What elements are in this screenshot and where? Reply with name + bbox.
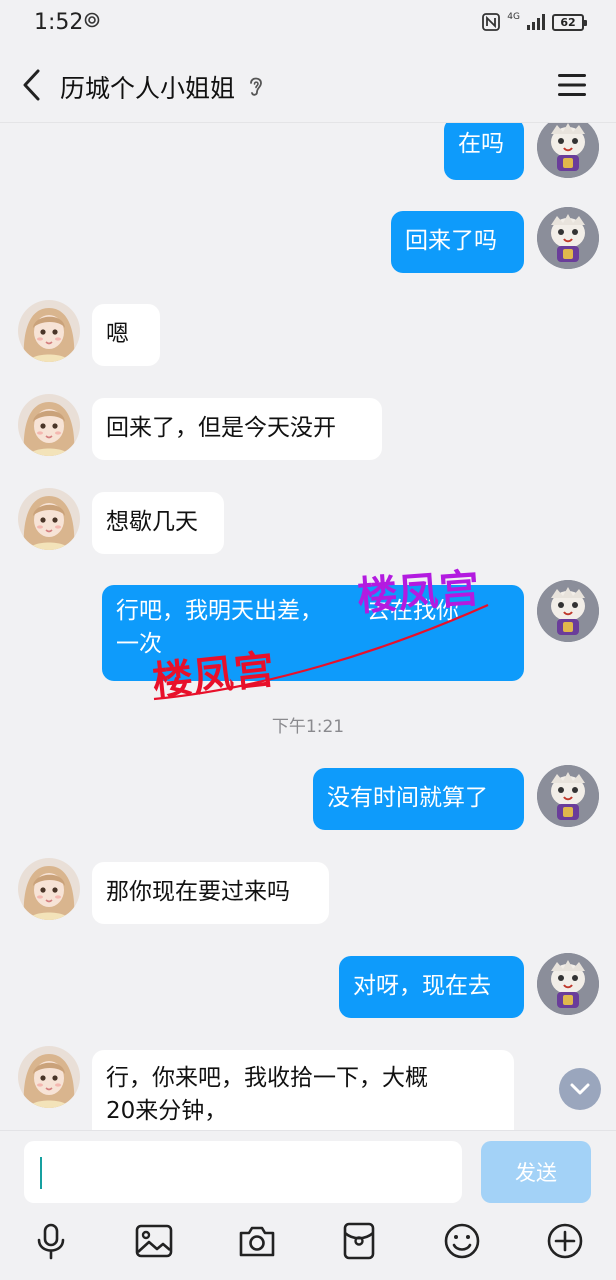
- battery-icon: 62: [552, 13, 587, 31]
- ear-icon: [250, 77, 262, 96]
- network-type: 4G: [507, 11, 520, 22]
- contact-avatar[interactable]: [18, 300, 80, 362]
- message-text: 回来了，但是今天没开: [106, 415, 336, 441]
- status-bar: 1:52 4G 62: [0, 0, 616, 50]
- contact-avatar[interactable]: [18, 858, 80, 920]
- message-bubble-outgoing[interactable]: 没有时间就算了: [313, 768, 524, 830]
- battery-level: 62: [560, 15, 576, 29]
- contact-avatar[interactable]: [18, 1046, 80, 1108]
- message-text: 20来分钟，: [106, 1098, 228, 1124]
- back-icon[interactable]: [18, 66, 46, 104]
- plus-icon[interactable]: [545, 1221, 585, 1261]
- message-text: 回来了吗: [405, 228, 497, 254]
- my-avatar[interactable]: [537, 580, 599, 642]
- chevron-down-icon: [570, 1083, 590, 1095]
- location-icon: [84, 12, 100, 28]
- message-text: 没有时间就算了: [327, 785, 488, 811]
- message-text: 想歇几天: [106, 509, 198, 535]
- nfc-icon: [482, 13, 501, 31]
- message-bubble-incoming[interactable]: 嗯: [92, 304, 160, 366]
- input-area: 发送: [0, 1130, 616, 1280]
- my-avatar[interactable]: [537, 207, 599, 269]
- chat-header: 历城个人小姐姐: [0, 50, 616, 123]
- my-avatar[interactable]: [537, 953, 599, 1015]
- message-bubble-incoming[interactable]: 那你现在要过来吗: [92, 862, 329, 924]
- timestamp: 下午1:21: [271, 717, 345, 737]
- my-avatar[interactable]: [537, 123, 599, 178]
- message-bubble-incoming[interactable]: 想歇几天: [92, 492, 224, 554]
- message-bubble-incoming[interactable]: 回来了，但是今天没开: [92, 398, 382, 460]
- chat-title[interactable]: 历城个人小姐姐: [60, 69, 235, 105]
- message-text: 嗯: [106, 321, 129, 347]
- message-bubble-outgoing[interactable]: 回来了吗: [391, 211, 524, 273]
- scroll-to-bottom-button[interactable]: [559, 1068, 601, 1110]
- microphone-icon[interactable]: [31, 1221, 71, 1261]
- message-text: 在吗: [458, 131, 504, 157]
- red-packet-icon[interactable]: [339, 1221, 379, 1261]
- contact-avatar[interactable]: [18, 394, 80, 456]
- emoji-icon[interactable]: [442, 1221, 482, 1261]
- menu-icon[interactable]: [556, 72, 588, 98]
- message-list[interactable]: 在吗 回来了吗 嗯 回来了，但是今天没开 想歇几天 行吧，我明天出差， 去在找你…: [0, 123, 616, 1130]
- send-button[interactable]: 发送: [481, 1141, 591, 1203]
- message-bubble-outgoing[interactable]: 对呀，现在去: [339, 956, 524, 1018]
- status-time: 1:52: [34, 10, 84, 35]
- status-indicators: 4G 62: [481, 11, 587, 32]
- message-bubble-outgoing[interactable]: 在吗: [444, 123, 524, 180]
- text-caret: [40, 1157, 42, 1189]
- chat-screen: 1:52 4G 62 历城个人小姐姐 在吗 回来了吗 嗯 回来了，但是今天没开 …: [0, 0, 616, 1280]
- message-bubble-incoming[interactable]: 行，你来吧，我收拾一下，大概 20来分钟，: [92, 1050, 514, 1130]
- message-text: 那你现在要过来吗: [106, 879, 290, 905]
- message-input[interactable]: [24, 1141, 462, 1203]
- message-text: 行，你来吧，我收拾一下，大概: [106, 1065, 428, 1091]
- signal-icon: [527, 14, 545, 30]
- image-icon[interactable]: [134, 1221, 174, 1261]
- input-toolbar: [0, 1221, 616, 1265]
- my-avatar[interactable]: [537, 765, 599, 827]
- message-text: 对呀，现在去: [353, 973, 491, 999]
- contact-avatar[interactable]: [18, 488, 80, 550]
- camera-icon[interactable]: [237, 1221, 277, 1261]
- watermark-text: 楼凤宫: [355, 565, 482, 621]
